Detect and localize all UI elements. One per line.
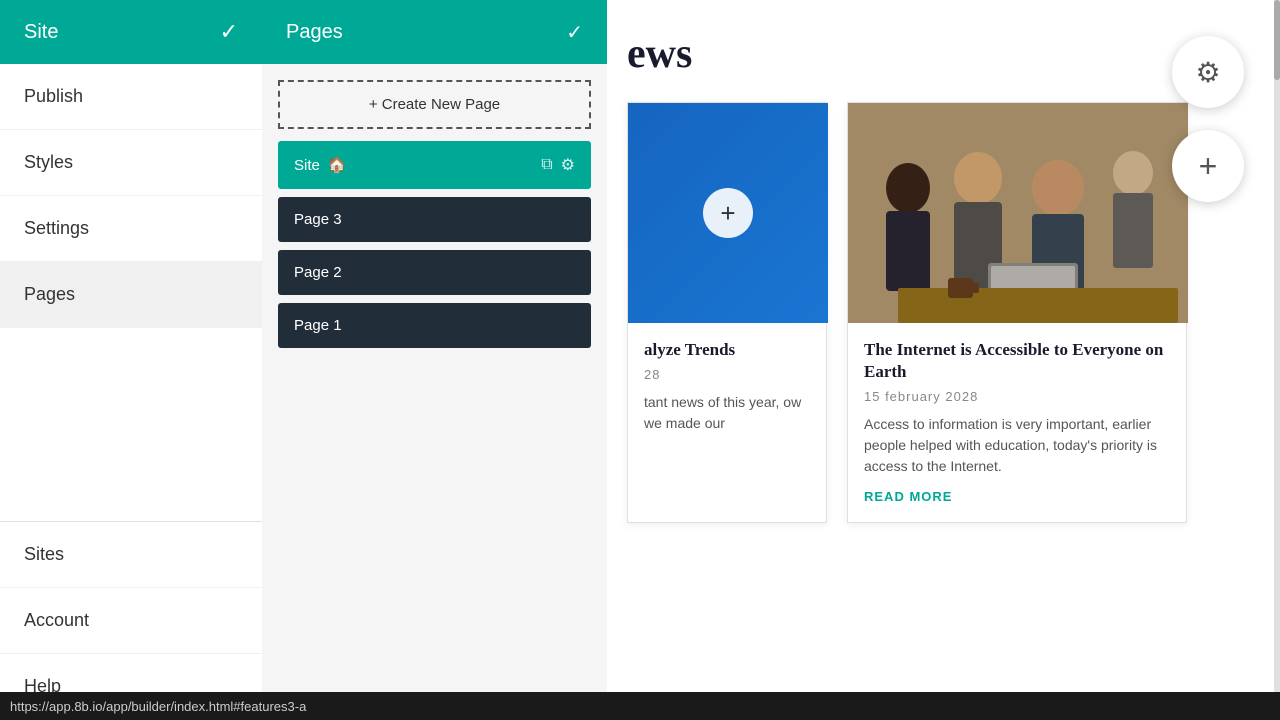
- internet-card-body: The Internet is Accessible to Everyone o…: [848, 323, 1186, 522]
- partial-card-date: 28: [644, 367, 810, 382]
- partial-card-text: tant news of this year, ow we made our: [644, 392, 810, 434]
- internet-card-date: 15 february 2028: [864, 389, 1170, 404]
- sidebar-header: Site ✓: [0, 0, 262, 64]
- sidebar-bottom: Sites Account Help: [0, 521, 262, 720]
- partial-card-title: alyze Trends: [644, 339, 810, 361]
- sidebar-item-publish[interactable]: Publish: [0, 64, 262, 130]
- status-bar: https://app.8b.io/app/builder/index.html…: [0, 692, 1280, 720]
- sidebar-title: Site: [24, 21, 58, 44]
- layers-icon[interactable]: ⧉: [541, 156, 552, 174]
- pages-content: + Create New Page Site 🏠 ⧉ ⚙ Page 3 Page…: [262, 64, 607, 364]
- fab-add-button[interactable]: +: [1172, 130, 1244, 202]
- internet-card-text: Access to information is very important,…: [864, 414, 1170, 477]
- news-title: ews: [627, 30, 1260, 78]
- status-url: https://app.8b.io/app/builder/index.html…: [10, 699, 306, 714]
- scrollbar-thumb[interactable]: [1274, 0, 1280, 80]
- page-item-page1[interactable]: Page 1: [278, 303, 591, 348]
- news-card-internet: The Internet is Accessible to Everyone o…: [847, 102, 1187, 523]
- add-card-button[interactable]: +: [703, 188, 753, 238]
- main-content: ⚙ + ews + alyze Trends 28: [607, 0, 1280, 720]
- news-cards: + alyze Trends 28 tant news of this year…: [627, 102, 1260, 523]
- page-item-site[interactable]: Site 🏠 ⧉ ⚙: [278, 141, 591, 189]
- sidebar-item-pages[interactable]: Pages: [0, 262, 262, 328]
- pages-panel: Pages ✓ + Create New Page Site 🏠 ⧉ ⚙ Pag…: [262, 0, 607, 720]
- pages-check-icon: ✓: [566, 20, 583, 45]
- page-item-page2[interactable]: Page 2: [278, 250, 591, 295]
- sidebar-spacer: [0, 328, 262, 521]
- business-photo-svg: [848, 103, 1188, 323]
- read-more-link[interactable]: READ MORE: [864, 489, 952, 504]
- sidebar-check-icon: ✓: [220, 19, 238, 45]
- sidebar-item-settings[interactable]: Settings: [0, 196, 262, 262]
- scrollbar[interactable]: [1274, 0, 1280, 720]
- gear-icon[interactable]: ⚙: [561, 155, 575, 175]
- home-icon: 🏠: [328, 156, 347, 174]
- create-new-page-button[interactable]: + Create New Page: [278, 80, 591, 129]
- add-icon: +: [1199, 148, 1218, 185]
- site-page-icons: ⧉ ⚙: [541, 155, 575, 175]
- sidebar-item-sites[interactable]: Sites: [0, 522, 262, 588]
- settings-icon: ⚙: [1195, 56, 1220, 89]
- pages-title: Pages: [286, 21, 343, 44]
- sidebar-item-account[interactable]: Account: [0, 588, 262, 654]
- card-image: [848, 103, 1188, 323]
- partial-card-body: alyze Trends 28 tant news of this year, …: [628, 323, 826, 450]
- plus-icon: +: [720, 198, 735, 229]
- news-card-partial: + alyze Trends 28 tant news of this year…: [627, 102, 827, 523]
- site-page-label: Site 🏠: [294, 156, 347, 174]
- page-item-page3[interactable]: Page 3: [278, 197, 591, 242]
- pages-header: Pages ✓: [262, 0, 607, 64]
- sidebar-item-styles[interactable]: Styles: [0, 130, 262, 196]
- left-sidebar: Site ✓ Publish Styles Settings Pages Sit…: [0, 0, 262, 720]
- internet-card-title: The Internet is Accessible to Everyone o…: [864, 339, 1170, 383]
- fab-settings-button[interactable]: ⚙: [1172, 36, 1244, 108]
